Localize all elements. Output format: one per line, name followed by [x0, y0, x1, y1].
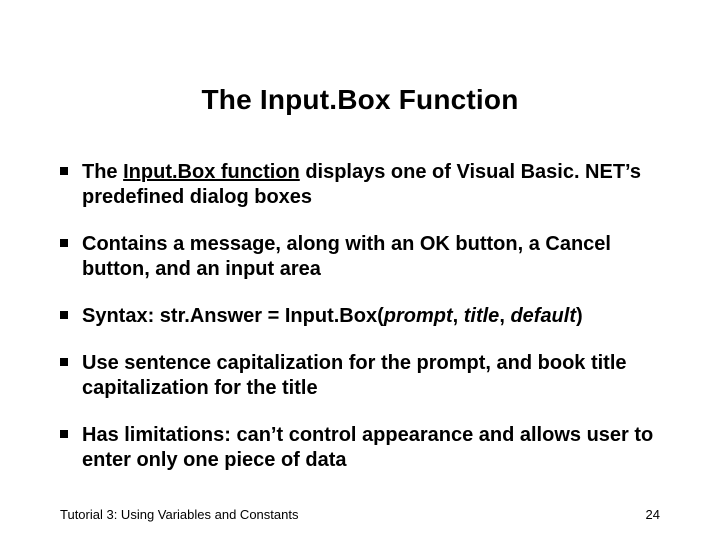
footer-left: Tutorial 3: Using Variables and Constant…: [60, 507, 298, 522]
bullet-list: The Input.Box function displays one of V…: [60, 160, 660, 495]
square-bullet-icon: [60, 430, 68, 438]
bullet-text: Has limitations: can’t control appearanc…: [82, 423, 660, 473]
italic-arg: prompt: [384, 305, 453, 327]
bullet-text: The Input.Box function displays one of V…: [82, 160, 660, 210]
text-run: ,: [499, 305, 510, 327]
square-bullet-icon: [60, 311, 68, 319]
text-run: ,: [453, 305, 464, 327]
list-item: Syntax: str.Answer = Input.Box(prompt, t…: [60, 304, 660, 329]
slide: The Input.Box Function The Input.Box fun…: [0, 0, 720, 540]
slide-title: The Input.Box Function: [0, 84, 720, 116]
list-item: The Input.Box function displays one of V…: [60, 160, 660, 210]
square-bullet-icon: [60, 167, 68, 175]
italic-arg: default: [510, 305, 576, 327]
slide-footer: Tutorial 3: Using Variables and Constant…: [60, 507, 660, 522]
bullet-text: Syntax: str.Answer = Input.Box(prompt, t…: [82, 304, 660, 329]
underlined-term: Input.Box function: [123, 161, 300, 183]
list-item: Has limitations: can’t control appearanc…: [60, 423, 660, 473]
italic-arg: title: [464, 305, 500, 327]
square-bullet-icon: [60, 239, 68, 247]
bullet-text: Contains a message, along with an OK but…: [82, 232, 660, 282]
list-item: Contains a message, along with an OK but…: [60, 232, 660, 282]
list-item: Use sentence capitalization for the prom…: [60, 351, 660, 401]
text-run: The: [82, 161, 123, 183]
page-number: 24: [646, 507, 660, 522]
text-run: Syntax: str.Answer = Input.Box(: [82, 305, 384, 327]
text-run: ): [576, 305, 583, 327]
bullet-text: Use sentence capitalization for the prom…: [82, 351, 660, 401]
square-bullet-icon: [60, 358, 68, 366]
